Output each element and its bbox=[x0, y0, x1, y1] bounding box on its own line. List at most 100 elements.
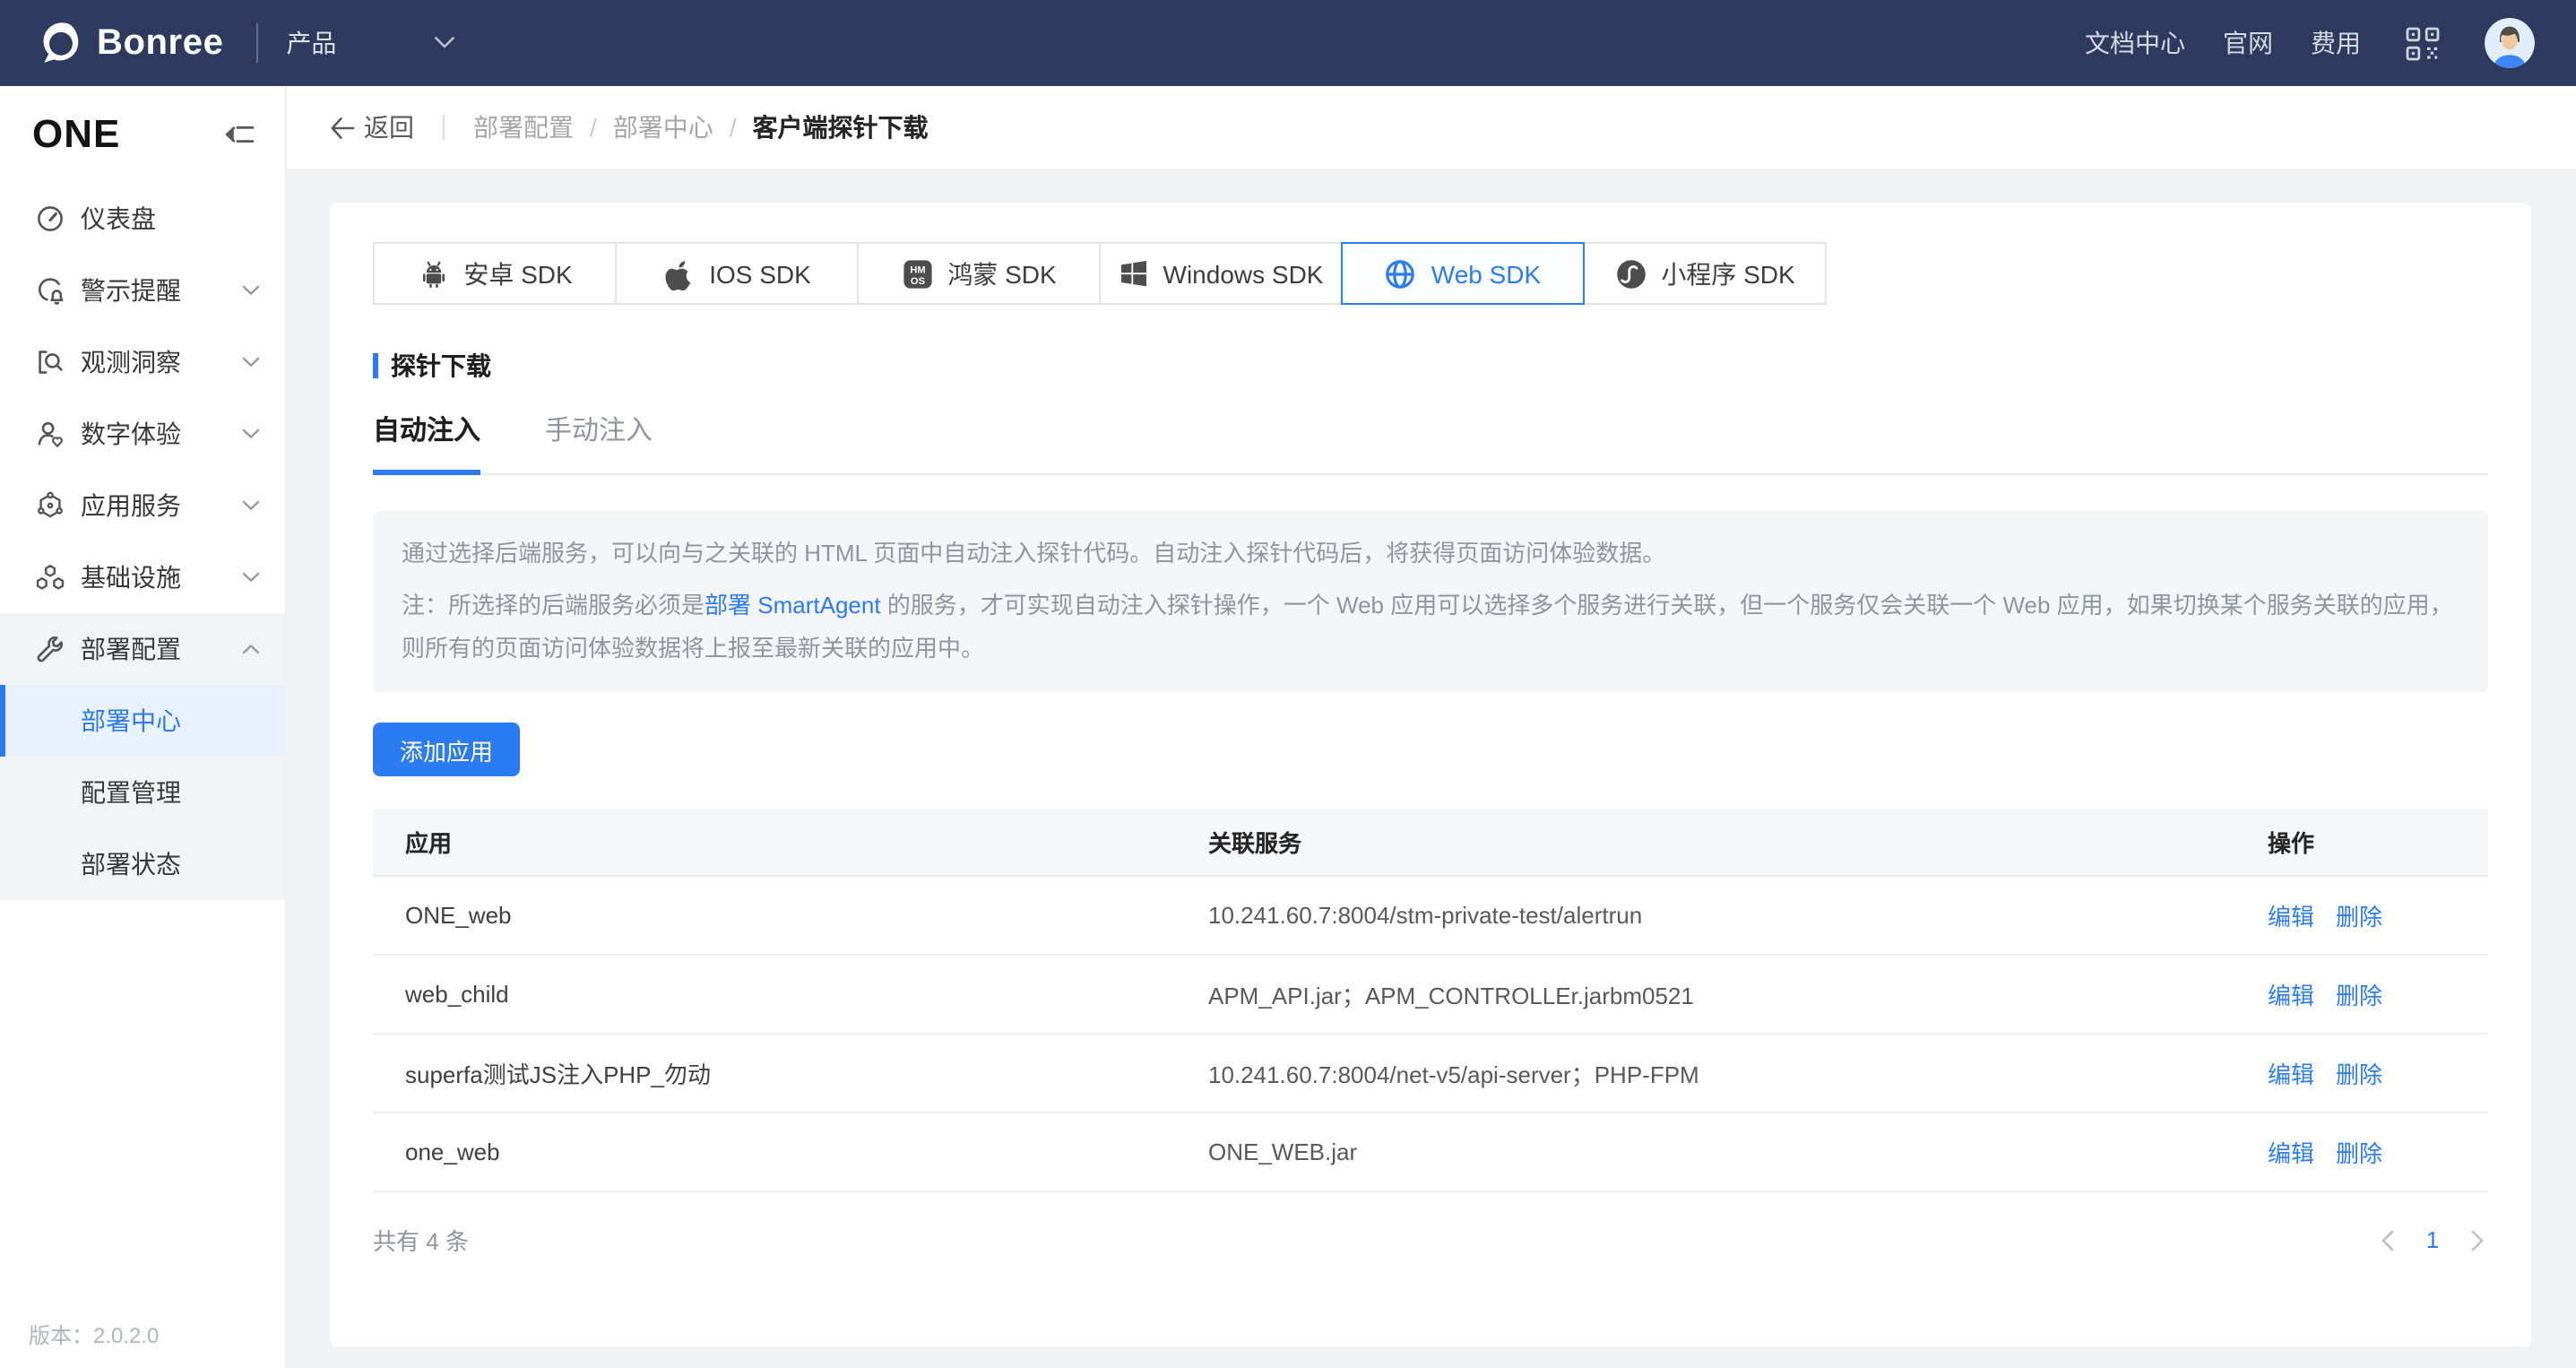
tab-harmonyos-sdk[interactable]: HM OS 鸿蒙 SDK bbox=[857, 242, 1101, 305]
bonree-logo[interactable]: Bonree bbox=[36, 19, 223, 67]
nav-docs-link[interactable]: 文档中心 bbox=[2085, 25, 2185, 61]
page-number[interactable]: 1 bbox=[2420, 1226, 2445, 1253]
table-footer: 共有 4 条 1 bbox=[373, 1223, 2488, 1257]
applications-table: 应用 关联服务 操作 ONE_web 10.241.60.7:8004/stm-… bbox=[373, 809, 2488, 1257]
table-row: ONE_web 10.241.60.7:8004/stm-private-tes… bbox=[373, 877, 2488, 956]
nav-billing-link[interactable]: 费用 bbox=[2311, 25, 2361, 61]
service-cell: 10.241.60.7:8004/net-v5/api-server；PHP-F… bbox=[1176, 1056, 2235, 1090]
tab-auto-inject[interactable]: 自动注入 bbox=[373, 411, 480, 475]
sidebar-item-app-service[interactable]: 应用服务 bbox=[0, 470, 285, 541]
tab-miniprogram-sdk[interactable]: 小程序 SDK bbox=[1583, 242, 1827, 305]
globe-icon bbox=[1385, 257, 1417, 290]
tab-label: 鸿蒙 SDK bbox=[947, 255, 1056, 291]
add-application-button[interactable]: 添加应用 bbox=[373, 723, 520, 776]
dashboard-icon bbox=[36, 204, 65, 233]
tab-label: 小程序 SDK bbox=[1661, 255, 1794, 291]
bonree-logo-icon bbox=[36, 19, 84, 67]
experience-icon bbox=[36, 420, 65, 448]
tab-label: Web SDK bbox=[1431, 259, 1541, 288]
tab-manual-inject[interactable]: 手动注入 bbox=[545, 411, 653, 475]
back-label: 返回 bbox=[364, 109, 414, 145]
insight-icon bbox=[36, 348, 65, 377]
section-title: 探针下载 bbox=[373, 348, 2488, 384]
content-card: 安卓 SDK IOS SDK HM bbox=[330, 203, 2531, 1346]
sidebar-item-alerts[interactable]: 警示提醒 bbox=[0, 255, 285, 326]
menu-collapse-icon[interactable] bbox=[224, 122, 255, 147]
chevron-down-icon bbox=[242, 285, 260, 296]
breadcrumb-divider bbox=[443, 115, 445, 140]
page-next-icon[interactable] bbox=[2467, 1225, 2488, 1254]
sidebar-item-dashboard[interactable]: 仪表盘 bbox=[0, 183, 285, 255]
android-icon bbox=[417, 257, 449, 290]
actions-cell: 编辑 删除 bbox=[2235, 1135, 2488, 1169]
sidebar-item-label: 警示提醒 bbox=[81, 273, 242, 308]
breadcrumb-item-current: 客户端探针下载 bbox=[753, 109, 929, 145]
breadcrumb-separator: / bbox=[590, 113, 597, 142]
tab-ios-sdk[interactable]: IOS SDK bbox=[615, 242, 859, 305]
back-arrow-icon bbox=[330, 116, 355, 139]
sidebar-subitem-label: 部署中心 bbox=[81, 703, 181, 739]
info-paragraph-2: 注：所选择的后端服务必须是部署 SmartAgent 的服务，才可实现自动注入探… bbox=[402, 584, 2459, 671]
harmonyos-badge-line1: HM bbox=[910, 264, 925, 275]
sidebar-item-infrastructure[interactable]: 基础设施 bbox=[0, 541, 285, 613]
smartagent-link[interactable]: 部署 SmartAgent bbox=[705, 592, 881, 619]
sidebar-item-experience[interactable]: 数字体验 bbox=[0, 398, 285, 470]
table-header: 应用 关联服务 操作 bbox=[373, 809, 2488, 877]
sidebar-item-label: 观测洞察 bbox=[81, 344, 242, 380]
tab-windows-sdk[interactable]: Windows SDK bbox=[1099, 242, 1343, 305]
app-cell: one_web bbox=[373, 1139, 1176, 1165]
chevron-up-icon bbox=[242, 644, 260, 654]
topbar: Bonree 产品 文档中心 官网 费用 bbox=[0, 0, 2576, 86]
table-row: superfa测试JS注入PHP_勿动 10.241.60.7:8004/net… bbox=[373, 1035, 2488, 1113]
actions-cell: 编辑 删除 bbox=[2235, 977, 2488, 1011]
sidebar-title: ONE bbox=[32, 111, 120, 158]
app-cell: ONE_web bbox=[373, 902, 1176, 929]
total-count-label: 共有 4 条 bbox=[373, 1223, 469, 1257]
app-cell: web_child bbox=[373, 981, 1176, 1008]
service-cell: APM_API.jar；APM_CONTROLLEr.jarbm0521 bbox=[1176, 977, 2235, 1011]
sidebar-subitem-config-management[interactable]: 配置管理 bbox=[0, 757, 285, 828]
tab-label: Windows SDK bbox=[1163, 259, 1324, 288]
nav-website-link[interactable]: 官网 bbox=[2223, 25, 2273, 61]
breadcrumb-bar: 返回 部署配置 / 部署中心 / 客户端探针下载 bbox=[287, 86, 2576, 169]
breadcrumb-separator: / bbox=[730, 113, 737, 142]
sidebar-item-label: 基础设施 bbox=[81, 559, 242, 595]
sidebar-subitem-deploy-center[interactable]: 部署中心 bbox=[0, 685, 285, 757]
sidebar-item-deploy-config[interactable]: 部署配置 bbox=[0, 613, 285, 685]
breadcrumb-item-deploy-config[interactable]: 部署配置 bbox=[473, 109, 574, 145]
pagination: 1 bbox=[2377, 1225, 2488, 1254]
edit-link[interactable]: 编辑 bbox=[2268, 898, 2314, 932]
edit-link[interactable]: 编辑 bbox=[2268, 1135, 2314, 1169]
edit-link[interactable]: 编辑 bbox=[2268, 977, 2314, 1011]
apple-icon bbox=[662, 257, 695, 290]
delete-link[interactable]: 删除 bbox=[2336, 977, 2382, 1011]
apps-grid-icon[interactable] bbox=[2406, 26, 2440, 60]
app-service-icon bbox=[36, 491, 65, 520]
delete-link[interactable]: 删除 bbox=[2336, 1135, 2382, 1169]
actions-cell: 编辑 删除 bbox=[2235, 898, 2488, 932]
edit-link[interactable]: 编辑 bbox=[2268, 1056, 2314, 1090]
chevron-down-icon bbox=[242, 572, 260, 583]
actions-cell: 编辑 删除 bbox=[2235, 1056, 2488, 1090]
chevron-down-icon[interactable] bbox=[433, 36, 454, 50]
product-menu[interactable]: 产品 bbox=[286, 25, 336, 61]
chevron-down-icon bbox=[242, 429, 260, 439]
delete-link[interactable]: 删除 bbox=[2336, 1056, 2382, 1090]
page-prev-icon[interactable] bbox=[2377, 1225, 2399, 1254]
tab-android-sdk[interactable]: 安卓 SDK bbox=[373, 242, 617, 305]
delete-link[interactable]: 删除 bbox=[2336, 898, 2382, 932]
info-box: 通过选择后端服务，可以向与之关联的 HTML 页面中自动注入探针代码。自动注入探… bbox=[373, 511, 2488, 692]
tab-label: IOS SDK bbox=[709, 259, 811, 288]
back-button[interactable]: 返回 bbox=[330, 109, 414, 145]
column-header-actions: 操作 bbox=[2235, 825, 2488, 859]
avatar[interactable] bbox=[2485, 18, 2535, 68]
sidebar-item-label: 仪表盘 bbox=[81, 201, 260, 237]
tab-web-sdk[interactable]: Web SDK bbox=[1341, 242, 1585, 305]
sidebar-subitem-deploy-status[interactable]: 部署状态 bbox=[0, 828, 285, 900]
harmonyos-badge-line2: OS bbox=[910, 275, 925, 286]
sidebar-item-insight[interactable]: 观测洞察 bbox=[0, 326, 285, 398]
harmonyos-icon: HM OS bbox=[901, 257, 933, 290]
service-cell: 10.241.60.7:8004/stm-private-test/alertr… bbox=[1176, 902, 2235, 929]
sidebar-item-label: 应用服务 bbox=[81, 488, 242, 524]
breadcrumb-item-deploy-center[interactable]: 部署中心 bbox=[613, 109, 713, 145]
